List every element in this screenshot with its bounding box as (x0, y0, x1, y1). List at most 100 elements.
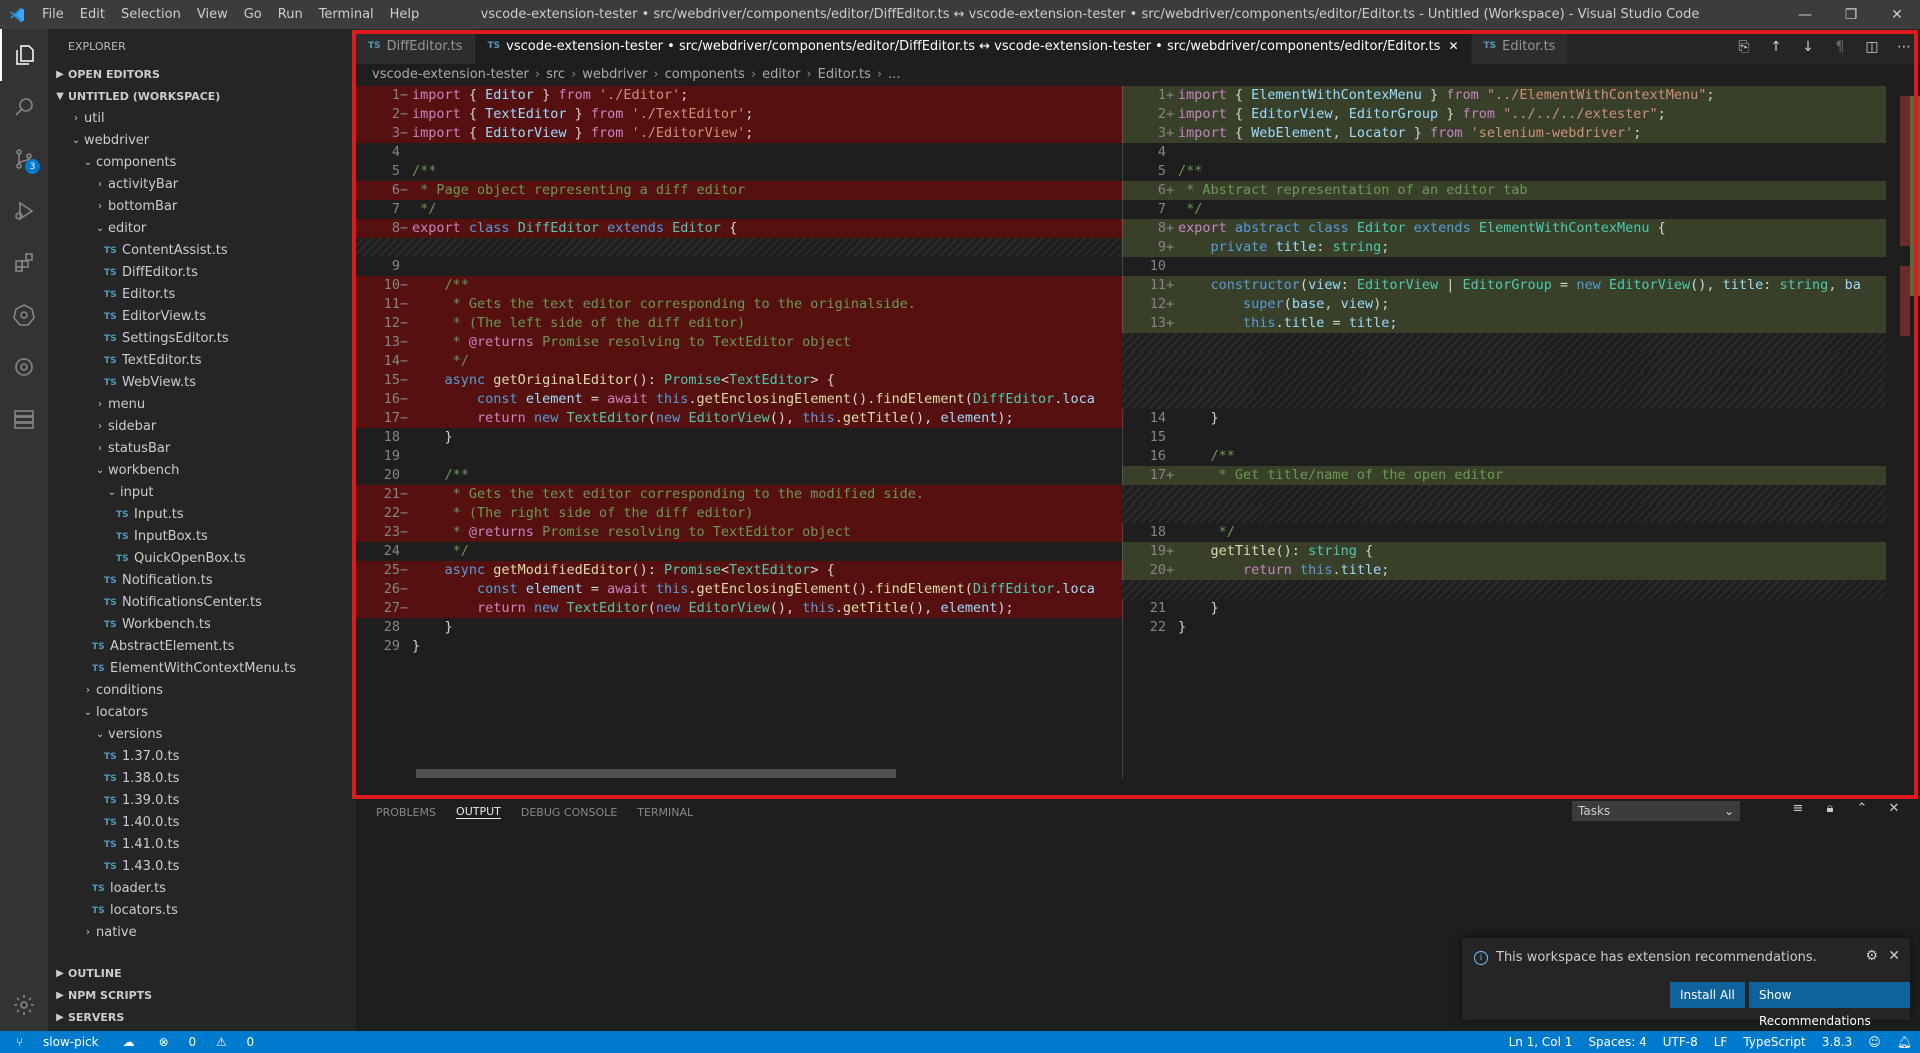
notification-close-icon[interactable]: ✕ (1888, 948, 1900, 964)
more-actions-icon[interactable]: ⋯ (1888, 39, 1920, 55)
tree-file[interactable]: TS QuickOpenBox.ts (48, 548, 356, 570)
breadcrumb-item[interactable]: editor (762, 67, 800, 82)
close-panel-icon[interactable]: ✕ (1878, 801, 1910, 816)
install-all-button[interactable]: Install All (1670, 982, 1745, 1008)
horizontal-scrollbar[interactable] (416, 769, 896, 778)
editor-tab[interactable]: TS vscode-extension-tester • src/webdrive… (475, 29, 1472, 64)
panel-tab-terminal[interactable]: TERMINAL (637, 806, 693, 819)
previous-change-icon[interactable]: ↑ (1760, 39, 1792, 55)
tree-folder[interactable]: ⌄ editor (48, 218, 356, 240)
panel-tab-problems[interactable]: PROBLEMS (376, 806, 436, 819)
tree-file[interactable]: TS DiffEditor.ts (48, 262, 356, 284)
tree-folder[interactable]: ⌄ input (48, 482, 356, 504)
tree-folder[interactable]: › bottomBar (48, 196, 356, 218)
tree-folder[interactable]: ⌄ components (48, 152, 356, 174)
explorer-icon[interactable] (0, 29, 48, 81)
sync-icon[interactable]: ☁ (115, 1031, 143, 1053)
menu-item-file[interactable]: File (34, 0, 72, 29)
tree-file[interactable]: TS 1.37.0.ts (48, 746, 356, 768)
maximize-panel-icon[interactable]: ⌃ (1846, 801, 1878, 816)
tree-file[interactable]: TS loader.ts (48, 878, 356, 900)
panel-tab-debug-console[interactable]: DEBUG CONSOLE (521, 806, 617, 819)
tree-folder[interactable]: ⌄ webdriver (48, 130, 356, 152)
menu-item-selection[interactable]: Selection (113, 0, 189, 29)
tree-file[interactable]: TS 1.43.0.ts (48, 856, 356, 878)
indentation[interactable]: Spaces: 4 (1580, 1031, 1654, 1053)
outline-section[interactable]: ▶ OUTLINE (48, 963, 356, 985)
modified-pane[interactable]: 1 + import { ElementWithContexMenu } from … (1122, 86, 1920, 778)
tree-file[interactable]: TS NotificationsCenter.ts (48, 592, 356, 614)
remote-icon[interactable] (0, 341, 48, 393)
problems-status[interactable]: ⊗ 0 ⚠ 0 (143, 1031, 271, 1053)
panel-tab-output[interactable]: OUTPUT (456, 805, 501, 819)
open-editors-section[interactable]: ▶ OPEN EDITORS (48, 64, 356, 86)
end-of-line[interactable]: LF (1706, 1031, 1736, 1053)
branch-status[interactable]: ⑂ slow-pick (0, 1031, 115, 1053)
menu-item-terminal[interactable]: Terminal (311, 0, 382, 29)
breadcrumb-item[interactable]: vscode-extension-tester (372, 67, 529, 82)
breadcrumb-item[interactable]: webdriver (582, 67, 647, 82)
tree-file[interactable]: TS Editor.ts (48, 284, 356, 306)
tree-folder[interactable]: ⌄ locators (48, 702, 356, 724)
tree-file[interactable]: TS WebView.ts (48, 372, 356, 394)
tree-file[interactable]: TS 1.39.0.ts (48, 790, 356, 812)
tree-file[interactable]: TS AbstractElement.ts (48, 636, 356, 658)
tree-folder[interactable]: › statusBar (48, 438, 356, 460)
show-whitespace-icon[interactable]: ¶ (1824, 39, 1856, 55)
tree-file[interactable]: TS EditorView.ts (48, 306, 356, 328)
run-debug-icon[interactable] (0, 185, 48, 237)
notification-gear-icon[interactable]: ⚙ (1865, 948, 1878, 964)
original-pane[interactable]: 1− import { Editor } from './Editor'; 2− im… (356, 86, 1124, 778)
tree-file[interactable]: TS 1.41.0.ts (48, 834, 356, 856)
tree-file[interactable]: TS locators.ts (48, 900, 356, 922)
show-recommendations-button[interactable]: Show Recommendations (1749, 982, 1910, 1028)
breadcrumb-item[interactable]: src (546, 67, 565, 82)
tree-folder[interactable]: › conditions (48, 680, 356, 702)
menu-item-run[interactable]: Run (270, 0, 311, 29)
menu-item-go[interactable]: Go (236, 0, 270, 29)
language-mode[interactable]: TypeScript (1735, 1031, 1813, 1053)
tree-file[interactable]: TS TextEditor.ts (48, 350, 356, 372)
breadcrumb-item[interactable]: components (665, 67, 745, 82)
tree-folder[interactable]: › util (48, 108, 356, 130)
output-channel-select[interactable]: Tasks ⌄ (1572, 801, 1740, 821)
typescript-version[interactable]: 3.8.3 (1814, 1031, 1861, 1053)
servers-icon[interactable] (0, 393, 48, 445)
kubernetes-icon[interactable] (0, 289, 48, 341)
search-icon[interactable] (0, 81, 48, 133)
source-control-icon[interactable]: 3 (0, 133, 48, 185)
tree-file[interactable]: TS SettingsEditor.ts (48, 328, 356, 350)
clear-output-icon[interactable]: ≡ (1782, 801, 1814, 816)
workspace-section[interactable]: ▼ UNTITLED (WORKSPACE) (48, 86, 356, 108)
tree-file[interactable]: TS 1.40.0.ts (48, 812, 356, 834)
split-editor-icon[interactable]: ◫ (1856, 39, 1888, 55)
notifications-bell-icon[interactable]: 🔔︎ (1889, 1031, 1920, 1053)
tree-file[interactable]: TS ContentAssist.ts (48, 240, 356, 262)
cursor-position[interactable]: Ln 1, Col 1 (1501, 1031, 1581, 1053)
menu-item-edit[interactable]: Edit (72, 0, 113, 29)
npm-scripts-section[interactable]: ▶ NPM SCRIPTS (48, 985, 356, 1007)
close-window-icon[interactable]: ✕ (1874, 0, 1920, 29)
close-tab-icon[interactable]: ✕ (1448, 29, 1458, 64)
tree-file[interactable]: TS 1.38.0.ts (48, 768, 356, 790)
minimize-icon[interactable]: — (1782, 0, 1828, 29)
tree-file[interactable]: TS InputBox.ts (48, 526, 356, 548)
tree-folder[interactable]: › menu (48, 394, 356, 416)
extensions-icon[interactable] (0, 237, 48, 289)
servers-section[interactable]: ▶ SERVERS (48, 1007, 356, 1029)
lock-scroll-icon[interactable]: 🔒︎ (1814, 801, 1846, 816)
next-change-icon[interactable]: ↓ (1792, 39, 1824, 55)
tree-folder[interactable]: › activityBar (48, 174, 356, 196)
tree-file[interactable]: TS Input.ts (48, 504, 356, 526)
menu-item-view[interactable]: View (189, 0, 236, 29)
tree-folder[interactable]: › sidebar (48, 416, 356, 438)
tree-folder[interactable]: ⌄ workbench (48, 460, 356, 482)
editor-tab[interactable]: TS DiffEditor.ts (356, 29, 476, 64)
breadcrumb-item[interactable]: ... (888, 67, 900, 82)
tree-folder[interactable]: ⌄ versions (48, 724, 356, 746)
overview-ruler[interactable] (1886, 86, 1920, 778)
tree-file[interactable]: TS Workbench.ts (48, 614, 356, 636)
menu-item-help[interactable]: Help (382, 0, 428, 29)
settings-gear-icon[interactable] (0, 979, 48, 1031)
feedback-icon[interactable]: ☺ (1860, 1031, 1889, 1053)
